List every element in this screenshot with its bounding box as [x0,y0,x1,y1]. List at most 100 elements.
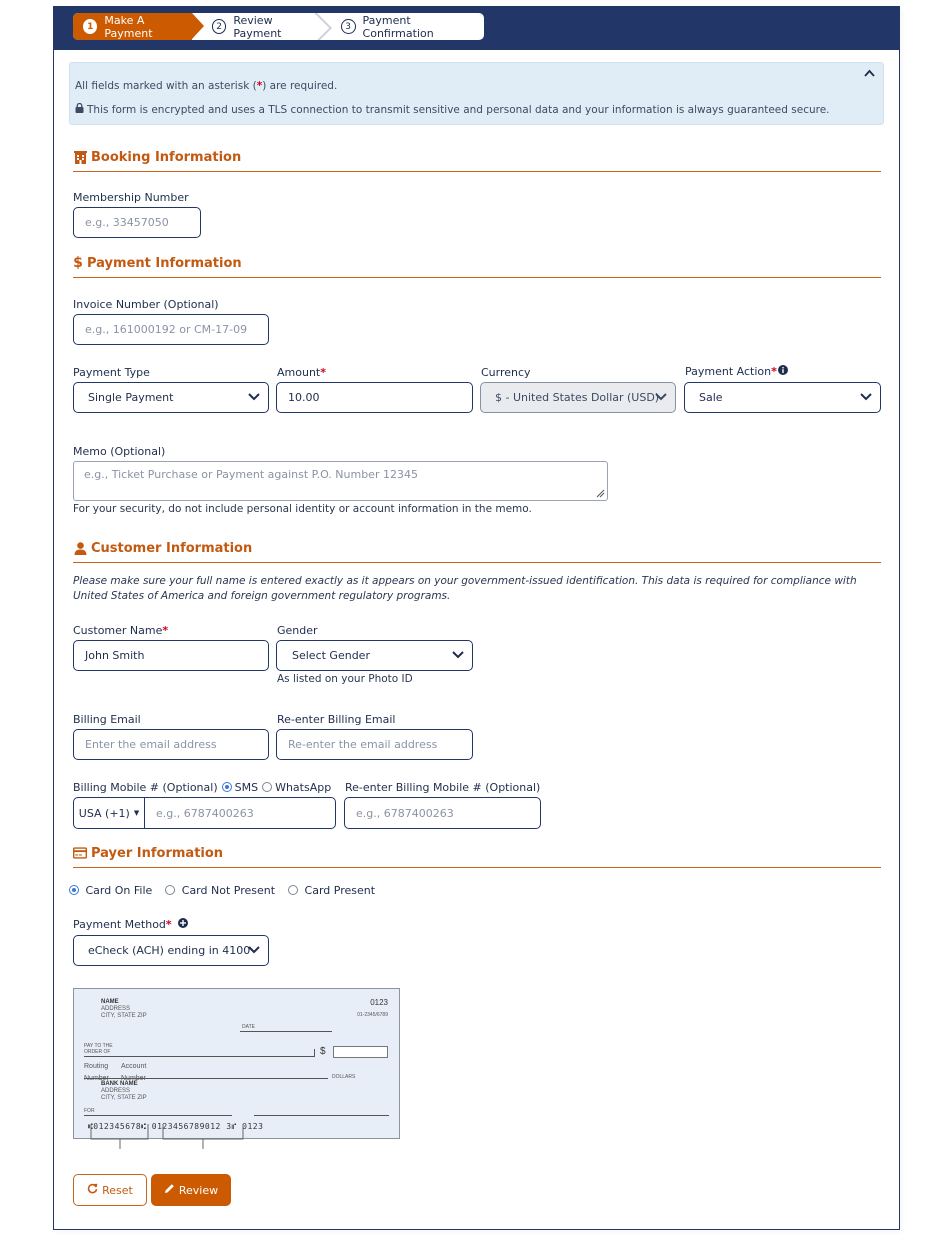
amount-label: Amount* [277,366,326,379]
billing-mobile-input[interactable]: e.g., 6787400263 [145,798,335,828]
radio-icon [288,885,299,895]
progress-stepper: 1 Make A Payment 2 Review Payment 3 Paym… [73,13,484,40]
check-address: ADDRESS [101,1006,131,1012]
section-title-text: Customer Information [91,541,253,556]
step-number: 3 [340,19,356,34]
gender-select[interactable]: Select Gender [276,640,473,671]
account-bracket [162,1124,244,1149]
customer-name-label-text: Customer Name [73,624,163,637]
required-asterisk: * [320,366,326,379]
resize-handle-icon[interactable] [595,488,605,498]
sample-check-image: NAME ADDRESS CITY, STATE ZIP 0123 01-234… [73,988,400,1139]
chevron-down-icon [248,391,260,401]
lock-icon [75,102,84,116]
step-payment-confirmation: 3 Payment Confirmation [321,13,484,40]
check-name: NAME [101,999,119,1005]
amount-input[interactable]: 10.00 [276,382,473,413]
section-title-text: Booking Information [91,150,242,165]
payment-action-label: Payment Action * [685,365,788,378]
step-review-payment: 2 Review Payment [192,13,321,40]
security-text: This form is encrypted and uses a TLS co… [87,103,830,116]
customer-name-note: Please make sure your full name is enter… [73,575,857,602]
user-icon [73,541,87,555]
step-number: 1 [83,19,98,34]
chevron-down-icon [860,391,872,401]
step-label: Review Payment [233,13,282,40]
invoice-label: Invoice Number (Optional) [73,298,219,311]
caret-down-icon: ▼ [133,809,140,817]
currency-value: $ - United States Dollar (USD) [495,391,660,404]
chevron-down-icon [248,944,260,954]
payment-method-label-text: Payment Method [73,918,166,931]
plus-circle-icon[interactable] [177,918,188,931]
step-label: Payment Confirmation [362,13,434,40]
memo-placeholder: e.g., Ticket Purchase or Payment against… [84,468,418,481]
reenter-email-input[interactable]: Re-enter the email address [276,729,473,760]
security-note: This form is encrypted and uses a TLS co… [75,102,830,116]
bank-name: BANK NAME [101,1081,138,1087]
payment-action-select[interactable]: Sale [684,382,881,413]
reset-label: Reset [102,1183,133,1197]
card-on-file-radio[interactable]: Card On File [69,884,152,897]
required-asterisk: * [165,918,172,931]
payment-action-value: Sale [699,391,723,404]
amount-label-text: Amount [277,366,321,379]
radio-label: Card On File [85,884,153,897]
section-title-text: Payment Information [87,256,242,271]
billing-email-label: Billing Email [73,713,141,726]
memo-line [84,1115,232,1116]
required-asterisk: * [162,624,169,637]
section-title-text: Payer Information [91,846,224,861]
payment-method-label: Payment Method * [73,918,188,931]
gender-help-text: As listed on your Photo ID [277,673,413,685]
account-label: Account [121,1063,147,1070]
review-label: Review [178,1183,219,1197]
memo-for-label: FOR [84,1108,95,1114]
bank-address: ADDRESS [101,1088,131,1094]
customer-name-input[interactable]: John Smith [73,640,269,671]
section-booking: Booking Information [73,150,881,172]
billing-email-input[interactable]: Enter the email address [73,729,269,760]
memo-textarea[interactable]: e.g., Ticket Purchase or Payment against… [73,461,608,501]
required-note-text: All fields marked with an asterisk ( [75,80,257,92]
info-circle-icon[interactable] [777,365,788,378]
pencil-icon [164,1183,175,1197]
card-present-radio[interactable]: Card Present [288,884,375,897]
payment-method-select[interactable]: eCheck (ACH) ending in 4100 [73,935,269,966]
payment-type-select[interactable]: Single Payment [73,382,269,413]
country-code-dropdown[interactable]: USA (+1) ▼ [74,798,145,828]
credit-card-icon [73,846,87,860]
review-button[interactable]: Review [151,1174,231,1206]
amount-box [333,1046,388,1058]
payer-type-radio-group: Card On File Card Not Present Card Prese… [69,884,375,897]
radio-selected-icon [221,782,232,792]
payment-type-label: Payment Type [73,366,150,379]
required-asterisk: * [771,365,777,378]
section-payer: Payer Information [73,846,881,868]
payee-line-end [314,1049,315,1057]
order-of-label: ORDER OF [84,1049,111,1055]
whatsapp-radio[interactable]: WhatsApp [262,781,331,794]
reset-button[interactable]: Reset [73,1174,147,1206]
sms-radio[interactable]: SMS [221,781,259,794]
membership-number-input[interactable]: e.g., 33457050 [73,207,201,238]
check-number: 0123 [370,998,388,1007]
radio-label: Card Present [304,884,376,897]
billing-mobile-group: USA (+1) ▼ e.g., 6787400263 [73,797,336,829]
reenter-mobile-input[interactable]: e.g., 6787400263 [344,797,541,829]
routing-bracket [90,1124,149,1149]
routing-label: Routing [84,1063,109,1070]
payment-method-value: eCheck (ACH) ending in 4100 [88,944,251,957]
billing-mobile-label-text: Billing Mobile # (Optional) [73,781,218,794]
radio-label: Card Not Present [181,884,276,897]
sms-label: SMS [234,781,259,794]
bank-city: CITY, STATE ZIP [101,1095,147,1101]
step-make-payment: 1 Make A Payment [73,13,204,40]
currency-select[interactable]: $ - United States Dollar (USD) [480,382,676,413]
check-date-label: DATE [242,1024,255,1030]
invoice-number-input[interactable]: e.g., 161000192 or CM-17-09 [73,314,269,345]
section-customer: Customer Information [73,541,881,563]
chevron-up-icon[interactable] [864,66,875,80]
card-not-present-radio[interactable]: Card Not Present [165,884,275,897]
required-note: All fields marked with an asterisk (*) a… [75,80,337,92]
